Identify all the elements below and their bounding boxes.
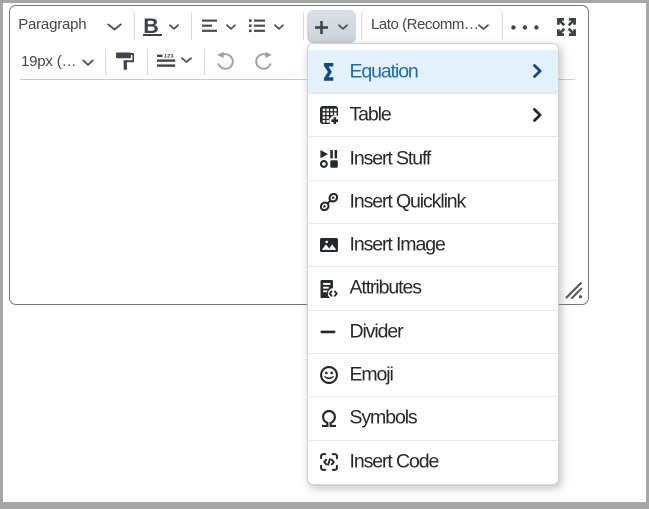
svg-text:123: 123 [164, 54, 174, 60]
